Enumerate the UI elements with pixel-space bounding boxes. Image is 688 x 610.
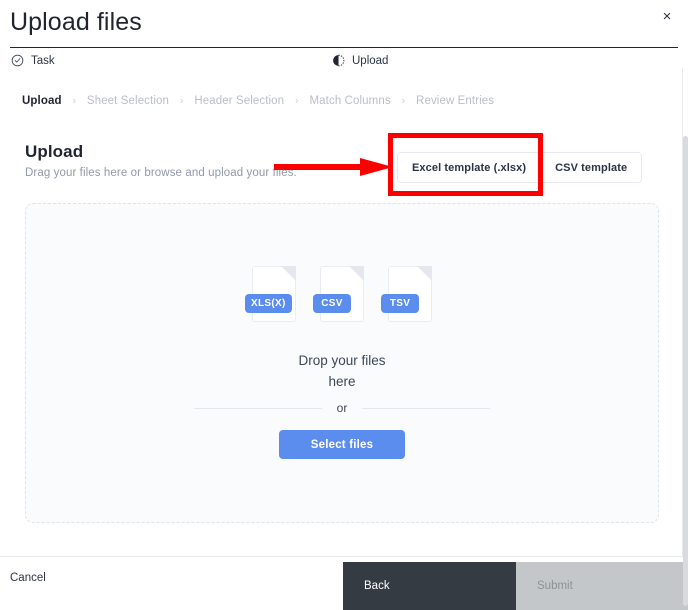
divider-line-left: [193, 407, 322, 409]
step-upload[interactable]: Upload: [22, 95, 62, 107]
step-separator: ›: [179, 95, 184, 106]
phase-upload-label: Upload: [352, 54, 389, 67]
upload-subtitle: Drag your files here or browse and uploa…: [25, 167, 297, 179]
vertical-scrollbar-track[interactable]: [682, 68, 688, 606]
phase-task[interactable]: Task: [11, 54, 55, 67]
csv-template-button[interactable]: CSV template: [541, 153, 642, 182]
submit-button: Submit: [516, 562, 688, 610]
divider-line-right: [362, 407, 491, 409]
csv-file-icon: CSV: [313, 266, 364, 322]
phase-task-label: Task: [31, 54, 55, 67]
footer-divider: [0, 556, 688, 557]
back-button[interactable]: Back: [343, 562, 516, 610]
modal-title-bar: Upload files ×: [0, 0, 688, 48]
csv-file-tag: CSV: [313, 294, 351, 313]
excel-template-button[interactable]: Excel template (.xlsx): [398, 153, 542, 182]
close-icon[interactable]: ×: [657, 6, 677, 26]
select-files-button[interactable]: Select files: [279, 430, 405, 459]
template-download-group: Excel template (.xlsx) CSV template: [397, 152, 643, 183]
file-dropzone[interactable]: XLS(X) CSV TSV Drop your files here or S…: [25, 203, 659, 523]
breadcrumb: Upload › Sheet Selection › Header Select…: [22, 95, 494, 107]
drop-instruction-line-1: Drop your files: [298, 353, 386, 368]
or-divider: or: [26, 401, 658, 415]
drop-instruction-line-2: here: [328, 374, 356, 389]
step-header-selection[interactable]: Header Selection: [194, 95, 284, 107]
tsv-file-icon: TSV: [381, 266, 432, 322]
cancel-button[interactable]: Cancel: [10, 572, 46, 584]
drop-instruction: Drop your files here: [26, 350, 658, 392]
step-review-entries[interactable]: Review Entries: [416, 95, 494, 107]
or-label: or: [336, 401, 348, 415]
step-sheet-selection[interactable]: Sheet Selection: [87, 95, 169, 107]
title-divider: [10, 47, 678, 48]
upload-files-modal: Upload files × Task Upload Upload › Shee…: [0, 0, 688, 610]
xlsx-file-tag: XLS(X): [245, 294, 292, 313]
check-circle-icon: [11, 54, 24, 67]
file-fold-corner: [281, 266, 296, 281]
page-title: Upload files: [10, 8, 142, 36]
step-separator: ›: [401, 95, 406, 106]
step-match-columns[interactable]: Match Columns: [310, 95, 391, 107]
file-fold-corner: [417, 266, 432, 281]
tsv-file-tag: TSV: [381, 294, 419, 313]
xlsx-file-icon: XLS(X): [245, 266, 296, 322]
phase-upload[interactable]: Upload: [332, 54, 388, 67]
phase-strip: Task Upload: [0, 50, 688, 74]
upload-heading: Upload: [25, 142, 84, 161]
supported-file-types: XLS(X) CSV TSV: [26, 266, 658, 322]
step-separator: ›: [295, 95, 299, 106]
file-fold-corner: [349, 266, 364, 281]
half-circle-progress-icon: [332, 54, 345, 67]
vertical-scrollbar-thumb[interactable]: [683, 136, 688, 606]
step-separator: ›: [72, 95, 76, 106]
upload-section-header: Upload Drag your files here or browse an…: [25, 142, 297, 179]
